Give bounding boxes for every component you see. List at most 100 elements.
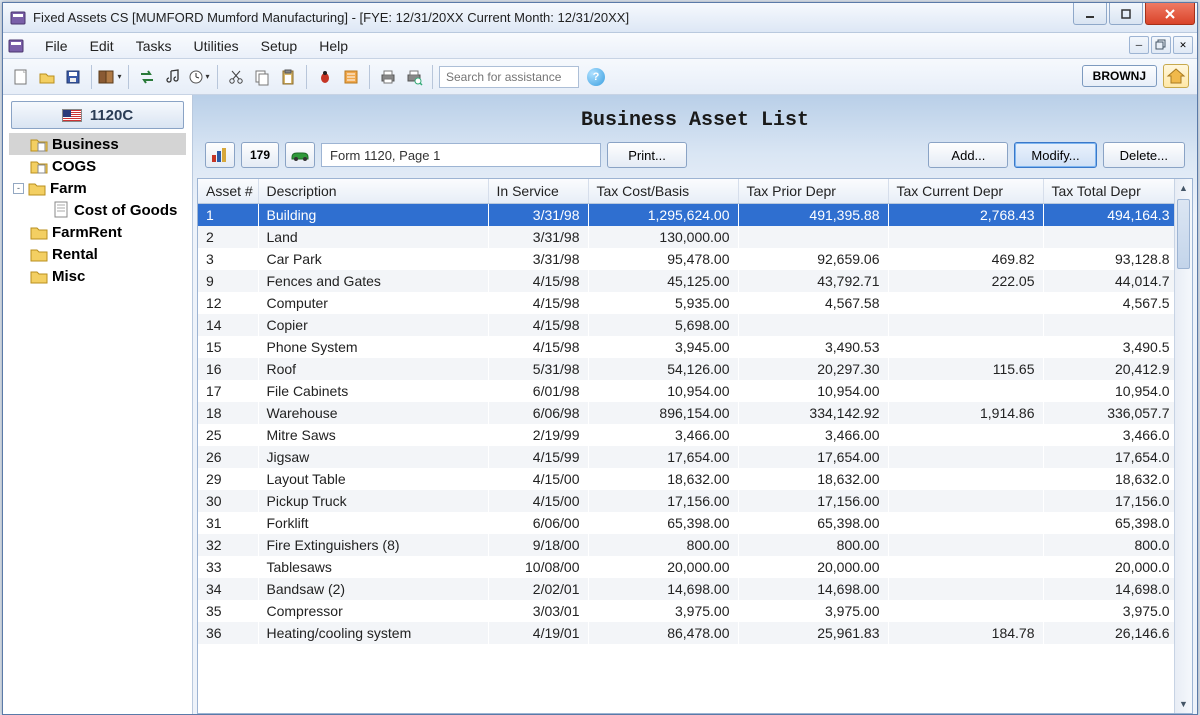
print-preview-icon[interactable] bbox=[402, 65, 426, 89]
table-row[interactable]: 25Mitre Saws2/19/993,466.003,466.003,466… bbox=[198, 424, 1174, 446]
table-row[interactable]: 15Phone System4/15/983,945.003,490.533,4… bbox=[198, 336, 1174, 358]
col-description[interactable]: Description bbox=[258, 179, 488, 204]
mdi-minimize-button[interactable]: ─ bbox=[1129, 36, 1149, 54]
cell-in-service: 4/15/98 bbox=[488, 270, 588, 292]
tree-expander-icon[interactable]: - bbox=[13, 183, 24, 194]
table-row[interactable]: 18Warehouse6/06/98896,154.00334,142.921,… bbox=[198, 402, 1174, 424]
music-icon[interactable] bbox=[161, 65, 185, 89]
close-button[interactable] bbox=[1145, 3, 1195, 25]
table-row[interactable]: 9Fences and Gates4/15/9845,125.0043,792.… bbox=[198, 270, 1174, 292]
cell-current-depr bbox=[888, 292, 1043, 314]
scroll-up-icon[interactable]: ▲ bbox=[1175, 179, 1192, 197]
sidebar-item-misc[interactable]: Misc bbox=[9, 265, 186, 287]
sidebar-item-rental[interactable]: Rental bbox=[9, 243, 186, 265]
table-row[interactable]: 32Fire Extinguishers (8)9/18/00800.00800… bbox=[198, 534, 1174, 556]
sidebar-item-cost-of-goods[interactable]: Cost of Goods bbox=[9, 199, 186, 221]
cell-prior-depr: 14,698.00 bbox=[738, 578, 888, 600]
cell-asset-num: 25 bbox=[198, 424, 258, 446]
window-title: Fixed Assets CS [MUMFORD Mumford Manufac… bbox=[33, 10, 629, 25]
toolbar: ▾ ▾ ? BROWNJ bbox=[3, 59, 1197, 95]
cell-total-depr: 17,654.0 bbox=[1043, 446, 1174, 468]
table-row[interactable]: 33Tablesaws10/08/0020,000.0020,000.0020,… bbox=[198, 556, 1174, 578]
table-row[interactable]: 30Pickup Truck4/15/0017,156.0017,156.001… bbox=[198, 490, 1174, 512]
bug-icon[interactable] bbox=[313, 65, 337, 89]
copy-icon[interactable] bbox=[250, 65, 274, 89]
table-row[interactable]: 26Jigsaw4/15/9917,654.0017,654.0017,654.… bbox=[198, 446, 1174, 468]
vehicle-icon[interactable] bbox=[285, 142, 315, 168]
book-icon[interactable]: ▾ bbox=[98, 65, 122, 89]
clock-icon[interactable]: ▾ bbox=[187, 65, 211, 89]
col-asset-num[interactable]: Asset # bbox=[198, 179, 258, 204]
menu-tasks[interactable]: Tasks bbox=[126, 34, 182, 58]
col-tax-cost[interactable]: Tax Cost/Basis bbox=[588, 179, 738, 204]
chart-icon[interactable] bbox=[205, 142, 235, 168]
cut-icon[interactable] bbox=[224, 65, 248, 89]
col-total-depr[interactable]: Tax Total Depr bbox=[1043, 179, 1174, 204]
cell-current-depr bbox=[888, 556, 1043, 578]
add-button[interactable]: Add... bbox=[928, 142, 1008, 168]
col-in-service[interactable]: In Service bbox=[488, 179, 588, 204]
cell-asset-num: 1 bbox=[198, 204, 258, 227]
table-row[interactable]: 31Forklift6/06/0065,398.0065,398.0065,39… bbox=[198, 512, 1174, 534]
new-icon[interactable] bbox=[9, 65, 33, 89]
menu-help[interactable]: Help bbox=[309, 34, 358, 58]
delete-button[interactable]: Delete... bbox=[1103, 142, 1185, 168]
user-button[interactable]: BROWNJ bbox=[1082, 65, 1157, 87]
cell-current-depr bbox=[888, 600, 1043, 622]
table-row[interactable]: 35Compressor3/03/013,975.003,975.003,975… bbox=[198, 600, 1174, 622]
cell-prior-depr: 10,954.00 bbox=[738, 380, 888, 402]
cell-current-depr bbox=[888, 380, 1043, 402]
cell-description: Heating/cooling system bbox=[258, 622, 488, 644]
minimize-button[interactable] bbox=[1073, 3, 1107, 25]
cell-prior-depr: 17,156.00 bbox=[738, 490, 888, 512]
sidebar-item-cogs[interactable]: COGS bbox=[9, 155, 186, 177]
cell-in-service: 4/15/98 bbox=[488, 292, 588, 314]
cell-in-service: 9/18/00 bbox=[488, 534, 588, 556]
table-row[interactable]: 29Layout Table4/15/0018,632.0018,632.001… bbox=[198, 468, 1174, 490]
note-icon[interactable] bbox=[339, 65, 363, 89]
menu-file[interactable]: File bbox=[35, 34, 78, 58]
sidebar-header[interactable]: 1120C bbox=[11, 101, 184, 129]
table-row[interactable]: 17File Cabinets6/01/9810,954.0010,954.00… bbox=[198, 380, 1174, 402]
mdi-system-icon[interactable] bbox=[7, 37, 25, 55]
table-row[interactable]: 1Building3/31/981,295,624.00491,395.882,… bbox=[198, 204, 1174, 227]
sidebar-item-farmrent[interactable]: FarmRent bbox=[9, 221, 186, 243]
asset-count[interactable]: 179 bbox=[241, 142, 279, 168]
table-row[interactable]: 36Heating/cooling system4/19/0186,478.00… bbox=[198, 622, 1174, 644]
menu-setup[interactable]: Setup bbox=[251, 34, 308, 58]
home-icon[interactable] bbox=[1163, 64, 1189, 88]
table-row[interactable]: 16Roof5/31/9854,126.0020,297.30115.6520,… bbox=[198, 358, 1174, 380]
save-icon[interactable] bbox=[61, 65, 85, 89]
table-row[interactable]: 3Car Park3/31/9895,478.0092,659.06469.82… bbox=[198, 248, 1174, 270]
mdi-close-button[interactable]: ✕ bbox=[1173, 36, 1193, 54]
menubar: File Edit Tasks Utilities Setup Help ─ ✕ bbox=[3, 33, 1197, 59]
table-row[interactable]: 2Land3/31/98130,000.00 bbox=[198, 226, 1174, 248]
open-icon[interactable] bbox=[35, 65, 59, 89]
form-field[interactable]: Form 1120, Page 1 bbox=[321, 143, 601, 167]
cell-total-depr: 20,412.9 bbox=[1043, 358, 1174, 380]
sidebar-item-farm[interactable]: -Farm bbox=[9, 177, 186, 199]
table-row[interactable]: 14Copier4/15/985,698.00 bbox=[198, 314, 1174, 336]
print-button[interactable]: Print... bbox=[607, 142, 687, 168]
help-icon[interactable]: ? bbox=[587, 68, 605, 86]
modify-button[interactable]: Modify... bbox=[1014, 142, 1096, 168]
sidebar-item-business[interactable]: Business bbox=[9, 133, 186, 155]
maximize-button[interactable] bbox=[1109, 3, 1143, 25]
col-prior-depr[interactable]: Tax Prior Depr bbox=[738, 179, 888, 204]
cell-prior-depr: 3,466.00 bbox=[738, 424, 888, 446]
scroll-down-icon[interactable]: ▼ bbox=[1175, 695, 1192, 713]
table-row[interactable]: 34Bandsaw (2)2/02/0114,698.0014,698.0014… bbox=[198, 578, 1174, 600]
search-input[interactable] bbox=[439, 66, 579, 88]
col-current-depr[interactable]: Tax Current Depr bbox=[888, 179, 1043, 204]
cell-current-depr bbox=[888, 468, 1043, 490]
scroll-thumb[interactable] bbox=[1177, 199, 1190, 269]
swap-icon[interactable] bbox=[135, 65, 159, 89]
mdi-restore-button[interactable] bbox=[1151, 36, 1171, 54]
table-row[interactable]: 12Computer4/15/985,935.004,567.584,567.5 bbox=[198, 292, 1174, 314]
cell-asset-num: 16 bbox=[198, 358, 258, 380]
menu-edit[interactable]: Edit bbox=[80, 34, 124, 58]
paste-icon[interactable] bbox=[276, 65, 300, 89]
print-icon[interactable] bbox=[376, 65, 400, 89]
vertical-scrollbar[interactable]: ▲ ▼ bbox=[1174, 179, 1192, 713]
menu-utilities[interactable]: Utilities bbox=[183, 34, 248, 58]
